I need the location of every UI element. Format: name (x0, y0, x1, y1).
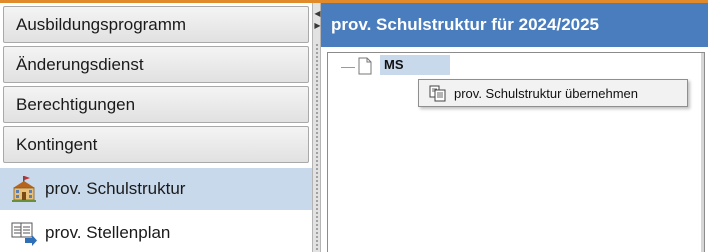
nav-item-prov-schulstruktur[interactable]: prov. Schulstruktur (0, 168, 312, 210)
tree-scrollbar[interactable] (701, 53, 704, 252)
nav-button-label: Kontingent (16, 134, 98, 154)
panel-splitter[interactable]: ◀ ▶ (312, 3, 321, 252)
splitter-grip (315, 43, 319, 252)
tree-connector-line (341, 67, 355, 68)
school-building-icon (10, 175, 38, 203)
context-menu-item-uebernehmen[interactable]: prov. Schulstruktur übernehmen (454, 86, 638, 101)
context-menu: prov. Schulstruktur übernehmen (418, 79, 688, 107)
nav-item-label: prov. Schulstruktur (45, 179, 186, 198)
nav-item-label: prov. Stellenplan (45, 223, 171, 242)
nav-button-aenderungsdienst[interactable]: Änderungsdienst (3, 46, 309, 83)
copy-document-icon (429, 85, 446, 102)
nav-button-label: Änderungsdienst (16, 54, 144, 74)
nav-button-berechtigungen[interactable]: Berechtigungen (3, 86, 309, 123)
document-icon (358, 57, 372, 75)
nav-button-label: Berechtigungen (16, 94, 136, 114)
nav-button-label: Ausbildungsprogramm (16, 14, 187, 34)
nav-button-kontingent[interactable]: Kontingent (3, 126, 309, 163)
school-structure-panel: prov. Schulstruktur für 2024/2025 MS pro… (321, 3, 708, 252)
documents-arrow-icon (10, 219, 38, 247)
nav-item-prov-stellenplan[interactable]: prov. Stellenplan (0, 212, 312, 252)
nav-button-ausbildungsprogramm[interactable]: Ausbildungsprogramm (3, 6, 309, 43)
panel-title: prov. Schulstruktur für 2024/2025 (321, 3, 708, 47)
tree-node-ms[interactable]: MS (380, 55, 450, 75)
navigation-sidebar: Ausbildungsprogramm Änderungsdienst Bere… (0, 3, 312, 252)
